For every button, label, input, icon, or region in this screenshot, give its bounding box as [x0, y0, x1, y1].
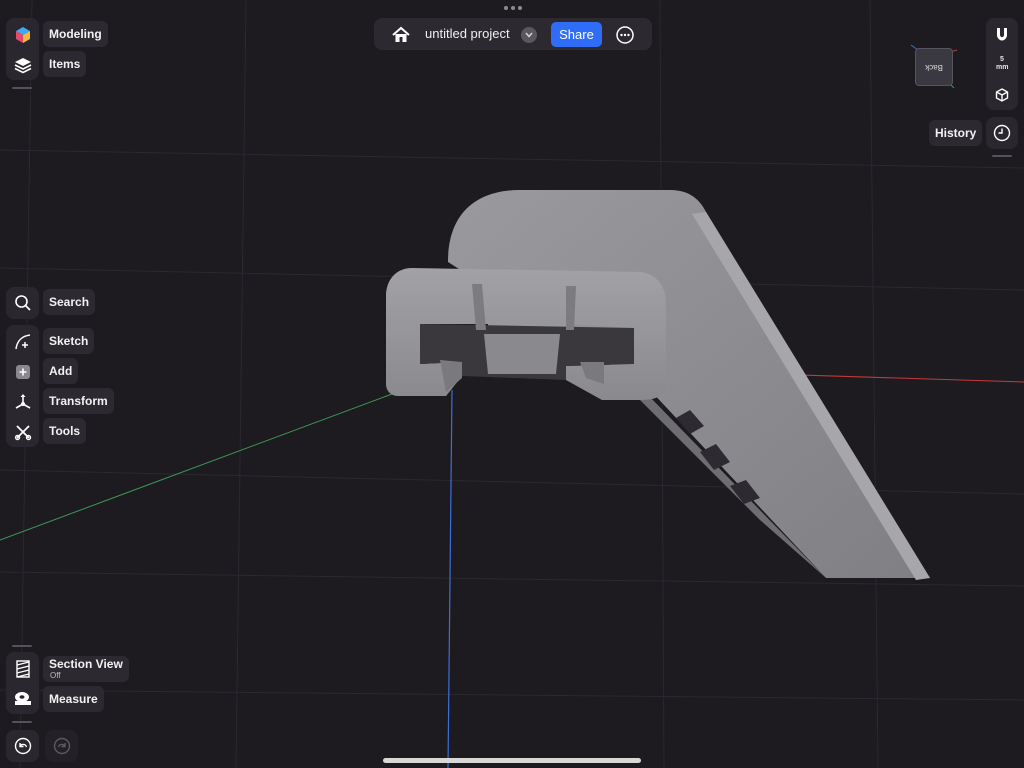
add-box-icon: [16, 365, 30, 379]
3d-model-part: [386, 190, 930, 580]
history-icon-wrap[interactable]: [987, 118, 1017, 148]
sketch-icon: [15, 334, 31, 350]
redo-icon: [53, 737, 71, 755]
home-indicator[interactable]: [383, 758, 641, 763]
section-view-title: Section View: [49, 657, 123, 671]
section-view-state: Off: [50, 671, 61, 680]
cube-icon: [16, 27, 30, 43]
more-options-button[interactable]: [610, 20, 640, 50]
tools-button[interactable]: [8, 417, 38, 447]
rail-divider: [12, 87, 32, 89]
add-label[interactable]: Add: [43, 358, 79, 384]
modeling-label[interactable]: Modeling: [43, 21, 108, 47]
measure-label[interactable]: Measure: [43, 686, 104, 712]
modeling-workspace-button[interactable]: [8, 20, 38, 50]
section-view-icon: [16, 660, 30, 678]
chevron-down-icon: [525, 32, 533, 38]
history-label[interactable]: History: [929, 120, 983, 146]
share-button[interactable]: Share: [551, 22, 602, 47]
view-cube-face[interactable]: Back: [915, 48, 953, 86]
grid-unit-display[interactable]: 5 mm: [996, 56, 1008, 72]
multitask-handle[interactable]: [503, 6, 523, 12]
grid-unit: mm: [996, 64, 1009, 71]
magnet-icon: [997, 28, 1007, 41]
home-icon: [392, 26, 410, 42]
rail-divider: [12, 645, 32, 647]
add-button[interactable]: [8, 357, 38, 387]
y-axis: [0, 393, 393, 541]
transform-button[interactable]: [8, 387, 38, 417]
search-label[interactable]: Search: [43, 289, 96, 315]
home-button[interactable]: [386, 20, 416, 50]
transform-label[interactable]: Transform: [43, 388, 114, 414]
tools-label[interactable]: Tools: [43, 418, 87, 444]
transform-axes-icon: [15, 394, 31, 409]
snap-button[interactable]: [987, 20, 1017, 50]
rail-divider: [992, 155, 1012, 157]
more-icon: [616, 26, 634, 44]
clock-icon: [993, 124, 1011, 142]
sketch-button[interactable]: [8, 327, 38, 357]
sketch-label[interactable]: Sketch: [43, 328, 95, 354]
rail-divider: [12, 721, 32, 723]
layers-icon: [14, 58, 32, 74]
project-menu-button[interactable]: [521, 27, 537, 43]
3d-viewport[interactable]: [0, 0, 1024, 768]
project-name[interactable]: untitled project: [425, 26, 510, 41]
view-mode-button[interactable]: [987, 80, 1017, 110]
tape-measure-icon: [15, 692, 31, 705]
z-axis: [447, 389, 453, 768]
ground-grid: [0, 0, 1024, 768]
grid-unit-value: 5: [1000, 56, 1004, 63]
measure-button[interactable]: [8, 684, 38, 714]
search-icon: [15, 295, 31, 311]
tools-icon: [14, 425, 32, 441]
items-label[interactable]: Items: [43, 51, 87, 77]
redo-icon-wrap[interactable]: [47, 731, 77, 761]
undo-icon: [14, 737, 32, 755]
section-view-button[interactable]: [8, 654, 38, 684]
items-button[interactable]: [8, 50, 38, 80]
cube-outline-icon: [995, 88, 1009, 102]
search-button[interactable]: [8, 288, 38, 318]
undo-icon-wrap[interactable]: [8, 731, 38, 761]
